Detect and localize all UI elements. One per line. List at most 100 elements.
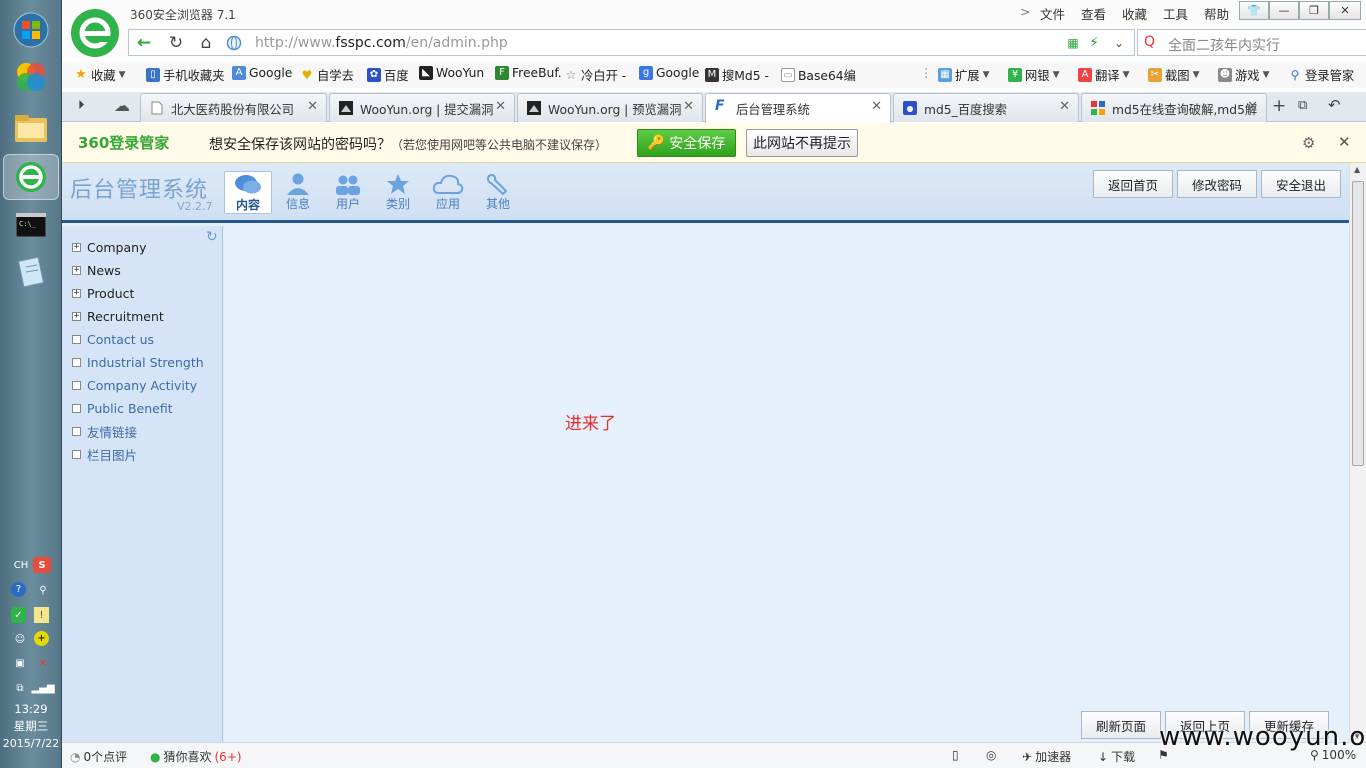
tree-item-recruitment[interactable]: + Recruitment	[72, 306, 164, 326]
notepad-icon[interactable]	[11, 252, 51, 292]
close-tab-icon[interactable]: ✕	[1059, 99, 1070, 114]
fav-freebuf[interactable]: F FreeBuf.	[495, 66, 562, 80]
favorites-menu[interactable]: ★ 收藏 ▼	[74, 66, 125, 84]
maximize-button[interactable]: ❐	[1299, 1, 1329, 20]
menu-view[interactable]: 查看	[1081, 4, 1106, 23]
clock-date[interactable]: 2015/7/22	[0, 735, 62, 752]
tree-item-company-activity[interactable]: Company Activity	[72, 375, 197, 395]
chevron-down-icon[interactable]: ⌄	[1109, 30, 1129, 56]
expand-icon[interactable]: +	[72, 288, 81, 298]
fav-wooyun[interactable]: ◣ WooYun	[419, 66, 484, 80]
close-tab-icon[interactable]: ✕	[495, 99, 506, 114]
gear-icon[interactable]: ⚙	[1302, 134, 1315, 152]
fav-lengbaikai[interactable]: ☆ 冷白开 -	[564, 66, 627, 84]
accelerator-status[interactable]: ✈ 加速器	[1022, 748, 1071, 765]
shield-icon[interactable]: ✓	[11, 607, 26, 623]
tree-item-public-benefit[interactable]: Public Benefit	[72, 398, 173, 418]
change-password-button[interactable]: 修改密码	[1177, 170, 1257, 198]
menu-file[interactable]: 文件	[1040, 4, 1065, 23]
help-icon[interactable]: ?	[11, 582, 26, 597]
fav-google-2[interactable]: g Google	[639, 66, 699, 80]
nav-category[interactable]: 类别	[374, 171, 422, 214]
no-network-icon[interactable]: ✕	[34, 655, 52, 671]
tab-admin[interactable]: F 后台管理系统 ✕	[705, 93, 891, 123]
comments-status[interactable]: ◔ 0个点评	[70, 748, 127, 765]
menu-tools[interactable]: 工具	[1163, 4, 1188, 23]
ext-games[interactable]: ☻ 游戏 ▼	[1218, 66, 1270, 84]
start-button[interactable]	[11, 10, 51, 50]
browser-logo-icon[interactable]	[71, 9, 119, 57]
tab-wooyun-submit[interactable]: WooYun.org | 提交漏洞 ✕	[329, 93, 515, 122]
speed-mode-icon[interactable]: ⚡	[1085, 30, 1103, 56]
skin-icon[interactable]: 👕	[1239, 1, 1269, 20]
scroll-up-icon[interactable]: ▲	[1354, 165, 1360, 174]
fav-baidu[interactable]: ✿ 百度	[367, 66, 409, 84]
tab-beida[interactable]: 北大医药股份有限公司 ✕	[140, 93, 327, 122]
copy-icon[interactable]: ⧉	[11, 680, 29, 696]
close-window-button[interactable]: ✕	[1329, 1, 1361, 20]
expand-icon[interactable]: +	[72, 265, 81, 275]
tree-item-news[interactable]: + News	[72, 260, 121, 280]
tree-item-industrial-strength[interactable]: Industrial Strength	[72, 352, 204, 372]
close-tab-icon[interactable]: ✕	[683, 99, 694, 114]
safe-save-button[interactable]: 🔑 安全保存	[637, 129, 736, 157]
nav-info[interactable]: 信息	[274, 171, 322, 214]
tree-item-product[interactable]: + Product	[72, 283, 134, 303]
fav-base64[interactable]: ▭ Base64编	[781, 66, 856, 84]
clock-time[interactable]: 13:29	[0, 701, 62, 718]
url-text[interactable]: http://www.fsspc.com/en/admin.php	[255, 35, 508, 51]
vertical-scrollbar[interactable]: ▲ ▼	[1349, 163, 1366, 742]
expand-icon[interactable]: +	[72, 311, 81, 321]
refresh-icon[interactable]: ↻	[163, 30, 189, 56]
ext-login-manager[interactable]: ⚲ 登录管家	[1288, 66, 1355, 84]
mobile-icon[interactable]: ▯	[952, 748, 959, 762]
menu-expand-icon[interactable]: >	[1020, 4, 1030, 19]
nav-users[interactable]: 用户	[324, 171, 372, 214]
back-home-button[interactable]: 返回首页	[1093, 170, 1173, 198]
tree-item-company[interactable]: + Company	[72, 237, 146, 257]
tree-item-contact[interactable]: Contact us	[72, 329, 154, 349]
search-box[interactable]: Q 全面二孩年内实行 ⚲	[1137, 29, 1366, 56]
search-engine-icon[interactable]: Q	[1144, 34, 1155, 50]
home-icon[interactable]: ⌂	[193, 30, 219, 56]
tree-item-links[interactable]: 友情链接	[72, 421, 137, 441]
close-tab-icon[interactable]: ✕	[307, 99, 318, 114]
ext-translate[interactable]: A 翻译 ▼	[1078, 66, 1130, 84]
taskbar-app-360-icon[interactable]	[11, 57, 51, 97]
close-tab-icon[interactable]: ✕	[1247, 99, 1258, 114]
tab-list-icon[interactable]: ⧉	[1298, 98, 1307, 113]
add-icon[interactable]: +	[34, 631, 49, 646]
minimize-button[interactable]: —	[1269, 1, 1299, 20]
recommend-status[interactable]: ● 猜你喜欢 (6+)	[150, 748, 242, 765]
language-indicator[interactable]: CH	[10, 557, 32, 573]
speed-icon[interactable]: ◎	[986, 748, 996, 762]
scrollbar-thumb[interactable]	[1352, 181, 1364, 466]
fav-mobile[interactable]: ▯ 手机收藏夹	[146, 66, 225, 84]
fav-zixuequ[interactable]: ♥ 自学去	[300, 66, 354, 84]
back-icon[interactable]: ←	[131, 30, 157, 56]
menu-help[interactable]: 帮助	[1204, 4, 1229, 23]
download-status[interactable]: ↓ 下载	[1098, 748, 1135, 765]
tab-md5-crack[interactable]: md5在线查询破解,md5解 ✕	[1081, 93, 1267, 122]
signal-icon[interactable]: ▂▄▆	[31, 680, 54, 696]
tree-item-column-images[interactable]: 栏目图片	[72, 444, 137, 464]
menu-favorites[interactable]: 收藏	[1122, 4, 1147, 23]
qrcode-icon[interactable]: ▦	[1064, 30, 1082, 56]
nav-content[interactable]: 内容	[224, 171, 272, 214]
search-input[interactable]: 全面二孩年内实行	[1168, 35, 1280, 55]
close-tab-icon[interactable]: ✕	[871, 99, 882, 114]
never-remind-button[interactable]: 此网站不再提示	[746, 129, 858, 157]
refresh-tree-icon[interactable]: ↻	[206, 229, 218, 245]
file-explorer-icon[interactable]	[11, 108, 51, 148]
address-bar[interactable]: ← ↻ ⌂ http://www.fsspc.com/en/admin.php …	[128, 29, 1135, 56]
window-icon[interactable]: ▣	[11, 655, 29, 671]
ext-extensions[interactable]: ▦ 扩展 ▼	[938, 66, 990, 84]
cloud-icon[interactable]: ☁	[114, 96, 130, 115]
nav-other[interactable]: 其他	[474, 171, 522, 214]
fav-google-1[interactable]: A Google	[232, 66, 292, 80]
new-tab-icon[interactable]: +	[1272, 96, 1286, 116]
tab-wooyun-preview[interactable]: WooYun.org | 预览漏洞 ✕	[517, 93, 703, 122]
sogou-input-icon[interactable]: S	[33, 557, 51, 573]
bulb-icon[interactable]: !	[34, 607, 49, 623]
logout-button[interactable]: 安全退出	[1261, 170, 1341, 198]
